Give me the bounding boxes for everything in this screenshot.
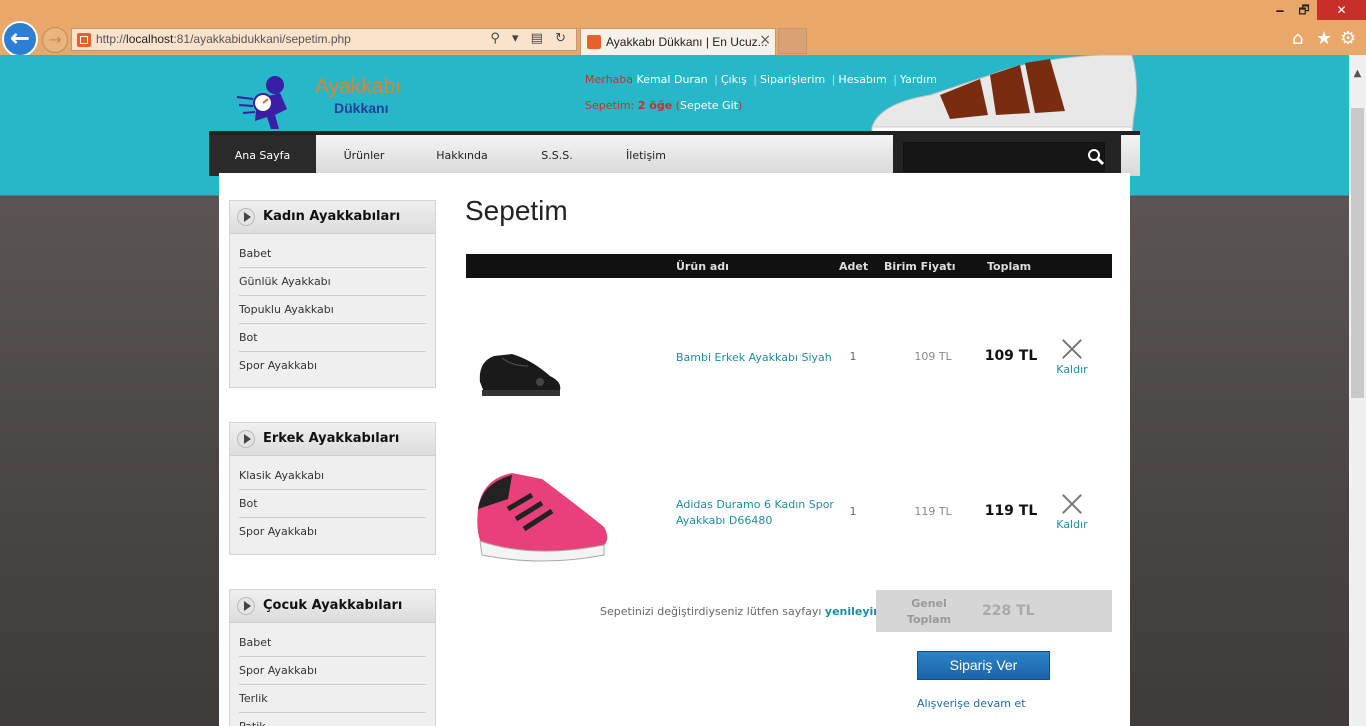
nav-products[interactable]: Ürünler — [316, 135, 412, 176]
page-title: Sepetim — [465, 195, 568, 226]
my-orders-link[interactable]: Siparişlerim — [760, 73, 825, 86]
category-header[interactable]: Çocuk Ayakkabıları — [230, 590, 435, 623]
product-unit-price: 109 TL — [914, 350, 952, 363]
remove-label: Kaldır — [1056, 518, 1088, 531]
category-item[interactable]: Spor Ayakkabı — [239, 352, 426, 379]
site-favicon-icon — [77, 33, 91, 47]
category-item[interactable]: Topuklu Ayakkabı — [239, 296, 426, 324]
minimize-icon[interactable]: 🗕 — [1268, 0, 1292, 20]
go-to-cart-link[interactable]: Sepete Git — [680, 99, 738, 112]
category-item[interactable]: Spor Ayakkabı — [239, 518, 426, 545]
header-name: Ürün adı — [676, 260, 729, 273]
product-image[interactable] — [472, 342, 572, 402]
remove-button[interactable]: Kaldır — [1052, 493, 1092, 531]
refresh-text: Sepetinizi değiştirdiyseniz lütfen sayfa… — [600, 605, 822, 618]
grand-total-value: 228 TL — [982, 603, 1035, 619]
product-qty: 1 — [849, 350, 857, 363]
product-name-link[interactable]: Adidas Duramo 6 Kadın Spor Ayakkabı D664… — [676, 497, 836, 529]
cart-count: 2 öğe — [637, 99, 673, 112]
grand-total-label: Genel Toplam — [906, 597, 952, 626]
browser-tab[interactable]: Ayakkabı Dükkanı | En Ucuz... × — [580, 28, 776, 55]
product-unit-price: 119 TL — [914, 505, 952, 518]
category-women: Kadın Ayakkabıları Babet Günlük Ayakkabı… — [229, 200, 436, 388]
back-button[interactable]: ← — [2, 21, 38, 57]
header-total: Toplam — [987, 260, 1032, 273]
product-image[interactable] — [472, 469, 612, 564]
user-name-link[interactable]: Kemal Duran — [637, 73, 708, 86]
product-name-link[interactable]: Bambi Erkek Ayakkabı Siyah — [676, 350, 836, 366]
category-item[interactable]: Spor Ayakkabı — [239, 657, 426, 685]
address-url[interactable]: http://localhost:81/ayakkabidukkani/sepe… — [96, 32, 351, 46]
grand-total-box: Genel Toplam 228 TL — [876, 590, 1112, 632]
nav-about[interactable]: Hakkında — [412, 135, 512, 176]
category-title: Erkek Ayakkabıları — [263, 431, 400, 446]
greeting: Merhaba — [585, 73, 634, 86]
close-window-icon[interactable]: ✕ — [1317, 0, 1366, 20]
logo-text-line2: Dükkanı — [334, 100, 389, 116]
category-kids: Çocuk Ayakkabıları Babet Spor Ayakkabı T… — [229, 589, 436, 726]
category-item[interactable]: Bot — [239, 324, 426, 352]
logo-text-line1: Ayakkabı — [315, 75, 401, 98]
product-qty: 1 — [849, 505, 857, 518]
nav-contact[interactable]: İletişim — [602, 135, 690, 176]
category-title: Kadın Ayakkabıları — [263, 209, 401, 224]
category-title: Çocuk Ayakkabıları — [263, 598, 403, 613]
tab-close-icon[interactable]: × — [759, 32, 771, 48]
remove-x-icon — [1061, 338, 1083, 360]
favorites-star-icon[interactable]: ★ — [1316, 28, 1332, 49]
refresh-note: Sepetinizi değiştirdiyseniz lütfen sayfa… — [600, 605, 891, 618]
search-icon[interactable] — [1087, 148, 1105, 166]
cart-label: Sepetim: — [585, 99, 635, 112]
address-tools-icon[interactable]: ⚲ ▾ ▤ ↻ — [490, 31, 570, 46]
nav-home[interactable]: Ana Sayfa — [209, 135, 316, 176]
play-arrow-icon — [237, 597, 255, 615]
scroll-up-icon[interactable]: ▲ — [1349, 68, 1366, 79]
forward-button[interactable]: → — [42, 27, 68, 53]
maximize-icon[interactable]: 🗗 — [1292, 0, 1316, 20]
category-item[interactable]: Patik — [239, 713, 426, 726]
tab-title: Ayakkabı Dükkanı | En Ucuz... — [606, 35, 768, 49]
play-arrow-icon — [237, 430, 255, 448]
runner-logo-icon — [236, 76, 287, 129]
category-item[interactable]: Bot — [239, 490, 426, 518]
home-icon[interactable]: ⌂ — [1292, 28, 1303, 49]
browser-chrome: ← → http://localhost:81/ayakkabidukkani/… — [0, 0, 1366, 57]
cart-row: Adidas Duramo 6 Kadın Spor Ayakkabı D664… — [466, 437, 1112, 587]
remove-label: Kaldır — [1056, 363, 1088, 376]
search-input[interactable] — [903, 142, 1105, 172]
category-header[interactable]: Kadın Ayakkabıları — [230, 201, 435, 234]
back-arrow-icon: ← — [9, 24, 31, 52]
banner-shoe-image — [871, 55, 1138, 134]
category-item[interactable]: Terlik — [239, 685, 426, 713]
header-qty: Adet — [839, 260, 869, 273]
category-men: Erkek Ayakkabıları Klasik Ayakkabı Bot S… — [229, 422, 436, 555]
scroll-thumb[interactable] — [1351, 108, 1364, 398]
continue-shopping-link[interactable]: Alışverişe devam et — [917, 697, 1026, 710]
tab-favicon-icon — [587, 35, 601, 49]
cart-summary: Sepetim: 2 öğe (Sepete Git) — [585, 99, 743, 112]
cart-row: Bambi Erkek Ayakkabı Siyah 1 109 TL 109 … — [466, 282, 1112, 432]
new-tab-button[interactable] — [778, 28, 807, 54]
place-order-button[interactable]: Sipariş Ver — [917, 651, 1050, 680]
forward-arrow-icon: → — [48, 30, 62, 49]
category-item[interactable]: Klasik Ayakkabı — [239, 462, 426, 490]
remove-button[interactable]: Kaldır — [1052, 338, 1092, 376]
product-total: 119 TL — [984, 503, 1038, 519]
logout-link[interactable]: Çıkış — [721, 73, 747, 86]
play-arrow-icon — [237, 208, 255, 226]
category-item[interactable]: Babet — [239, 240, 426, 268]
address-bar[interactable]: http://localhost:81/ayakkabidukkani/sepe… — [71, 28, 577, 51]
category-item[interactable]: Günlük Ayakkabı — [239, 268, 426, 296]
category-header[interactable]: Erkek Ayakkabıları — [230, 423, 435, 456]
remove-x-icon — [1061, 493, 1083, 515]
settings-gear-icon[interactable]: ⚙ — [1340, 28, 1356, 49]
cart-table-header: Ürün adı Adet Birim Fiyatı Toplam — [466, 254, 1112, 278]
site-logo[interactable]: Ayakkabı Dükkanı — [230, 65, 410, 135]
product-total: 109 TL — [984, 348, 1038, 364]
category-item[interactable]: Babet — [239, 629, 426, 657]
header-unit-price: Birim Fiyatı — [884, 260, 956, 273]
nav-faq[interactable]: S.S.S. — [512, 135, 602, 176]
